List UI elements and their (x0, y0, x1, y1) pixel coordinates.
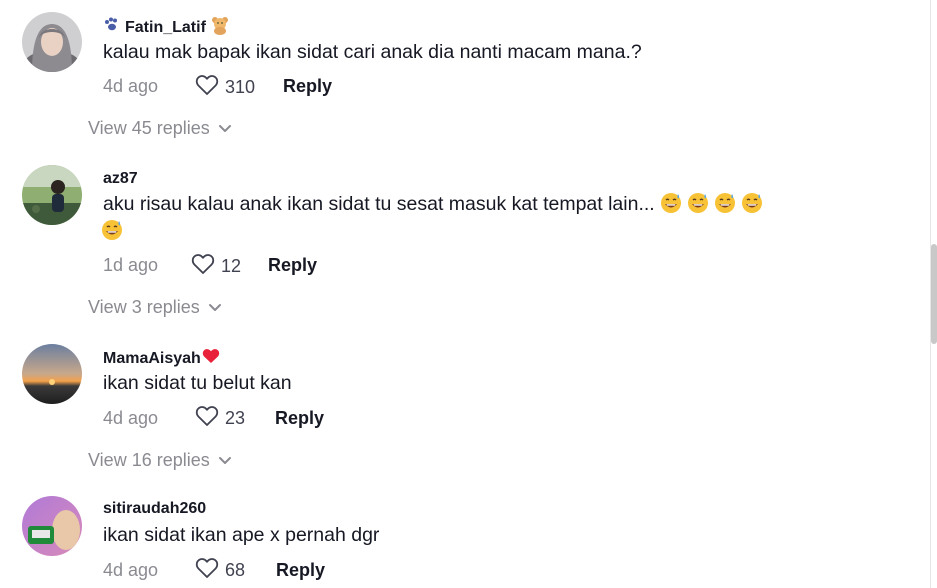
comment-text: ikan sidat ikan ape x pernah dgr (103, 524, 380, 546)
comment-text: aku risau kalau anak ikan sidat tu sesat… (103, 191, 763, 217)
red-heart-icon (202, 348, 220, 369)
comment-time: 1d ago (103, 255, 159, 275)
comment-time: 4d ago (103, 76, 159, 96)
like-count: 23 (225, 408, 246, 428)
username[interactable]: MamaAisyah (103, 348, 220, 369)
view-replies-button[interactable]: View 45 replies (88, 118, 232, 139)
like-button[interactable]: 23 (195, 405, 245, 432)
comment-item: MamaAisyah ikan sidat tu belut kan 4d ag… (0, 330, 930, 490)
like-button[interactable]: 310 (195, 74, 255, 101)
view-replies-label: View 45 replies (88, 118, 210, 138)
scrollbar-thumb[interactable] (931, 244, 937, 344)
grinning-sweat-emoji (687, 192, 709, 214)
view-replies-button[interactable]: View 3 replies (88, 297, 222, 318)
username[interactable]: sitiraudah260 (103, 500, 206, 518)
reply-button[interactable]: Reply (283, 76, 332, 97)
teddy-bear-icon (210, 15, 230, 40)
comment-text-line2 (101, 218, 123, 244)
username-text: Fatin_Latif (125, 18, 206, 36)
like-button[interactable]: 68 (195, 557, 245, 584)
reply-button[interactable]: Reply (275, 408, 324, 429)
grinning-sweat-emoji (741, 192, 763, 214)
view-replies-label: View 16 replies (88, 450, 210, 470)
like-count: 310 (225, 77, 256, 97)
username-text: MamaAisyah (103, 349, 201, 367)
like-button[interactable]: 12 (191, 253, 241, 280)
comment-text-content: aku risau kalau anak ikan sidat tu sesat… (103, 193, 655, 215)
chevron-down-icon (218, 450, 232, 471)
avatar[interactable] (22, 12, 82, 72)
comment-text: kalau mak bapak ikan sidat cari anak dia… (103, 41, 642, 63)
avatar[interactable] (22, 496, 82, 556)
grinning-sweat-emoji (101, 219, 123, 241)
avatar[interactable] (22, 344, 82, 404)
comment-time: 4d ago (103, 408, 159, 428)
comment-text: ikan sidat tu belut kan (103, 372, 292, 394)
comment-item: Fatin_Latif kalau mak bapak ikan sidat c… (0, 0, 930, 150)
username[interactable]: az87 (103, 170, 138, 188)
grinning-sweat-emoji (714, 192, 736, 214)
username-text: sitiraudah260 (103, 500, 207, 517)
like-count: 12 (221, 256, 242, 276)
view-replies-button[interactable]: View 16 replies (88, 450, 232, 471)
grinning-sweat-emoji (660, 192, 682, 214)
heart-outline-icon (195, 557, 219, 584)
comment-item: sitiraudah260 ikan sidat ikan ape x pern… (0, 490, 930, 588)
comment-item: az87 aku risau kalau anak ikan sidat tu … (0, 150, 930, 330)
comment-time: 4d ago (103, 560, 159, 580)
chevron-down-icon (218, 118, 232, 139)
avatar[interactable] (22, 165, 82, 225)
heart-outline-icon (191, 253, 215, 280)
chevron-down-icon (208, 297, 222, 318)
like-count: 68 (225, 560, 246, 580)
reply-button[interactable]: Reply (268, 255, 317, 276)
username[interactable]: Fatin_Latif (103, 15, 230, 40)
paw-icon (103, 17, 121, 38)
view-replies-label: View 3 replies (88, 297, 200, 317)
reply-button[interactable]: Reply (276, 560, 325, 581)
username-text: az87 (103, 170, 138, 187)
heart-outline-icon (195, 74, 219, 101)
heart-outline-icon (195, 405, 219, 432)
